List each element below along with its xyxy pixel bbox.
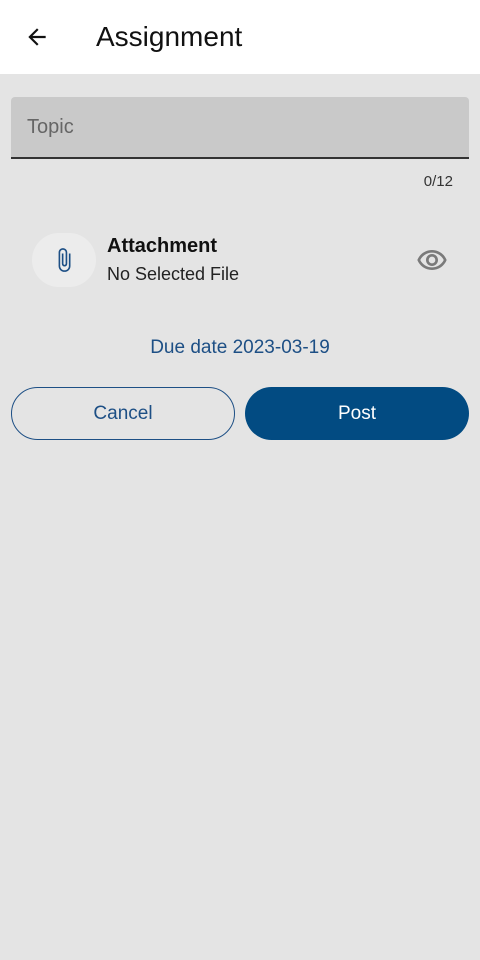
topic-field[interactable] [11, 97, 469, 159]
page-title: Assignment [96, 21, 243, 52]
eye-icon [417, 250, 447, 270]
attachment-status: No Selected File [107, 264, 240, 284]
cancel-button[interactable]: Cancel [11, 387, 235, 440]
back-button[interactable] [14, 14, 60, 60]
post-button[interactable]: Post [245, 387, 469, 440]
arrow-left-icon [28, 28, 46, 46]
character-counter: 0/12 [423, 173, 453, 190]
app-bar: Assignment [0, 0, 480, 74]
attachment-row: Attachment No Selected File [32, 230, 452, 290]
topic-input[interactable] [11, 97, 469, 157]
paperclip-icon [58, 248, 71, 272]
preview-button[interactable] [414, 242, 450, 278]
due-date-link[interactable]: Due date 2023-03-19 [0, 337, 480, 359]
attachment-title: Attachment [107, 235, 218, 257]
attachment-button[interactable] [32, 233, 96, 287]
